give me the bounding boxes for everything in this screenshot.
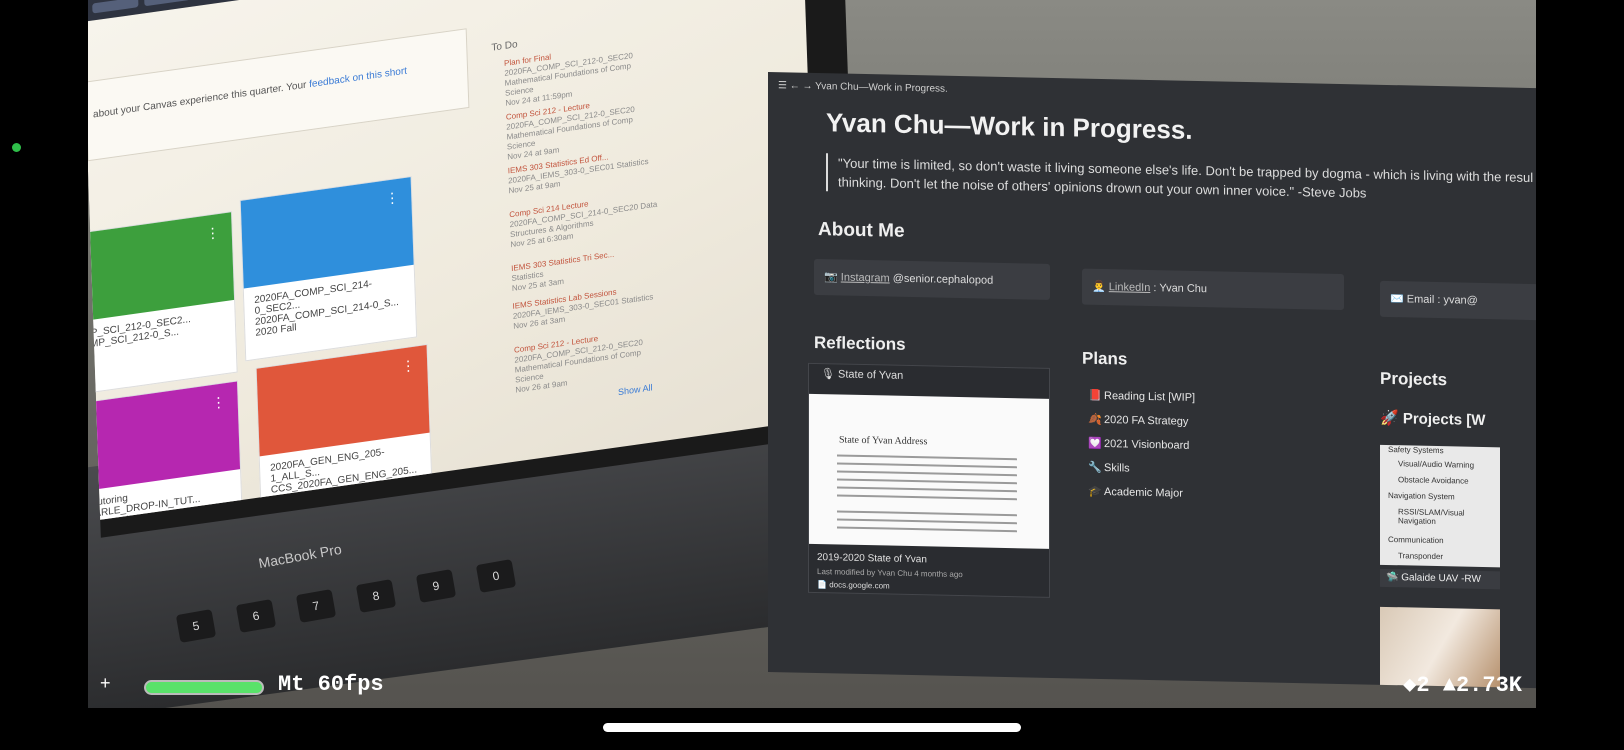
plan-item: 🍂 2020 FA Strategy [1088,413,1189,428]
plan-item: 🔧 Skills [1088,461,1130,475]
plan-item: 🎓 Academic Major [1088,485,1183,500]
todo-item: Comp Sci 214 Lecture 2020FA_COMP_SCI_214… [509,199,658,250]
browser-tab [92,0,139,14]
home-indicator[interactable] [603,723,1021,732]
graduation-cap-icon: 🎓 [1088,485,1102,498]
notion-page: ☰ ← → Yvan Chu—Work in Progress. Yvan Ch… [768,72,1536,689]
camera-scene: MacBook Pro 5 6 7 8 9 0 about your Canva… [88,0,1536,708]
plan-item: 💟 2021 Visionboard [1088,437,1190,452]
contact-instagram: 📷 Instagram @senior.cephalopod [814,258,1050,300]
plans-heading: Plans [1082,348,1128,369]
course-card: ⋮ 2020FA_COMP_SCI_214-0_SEC2... 2020FA_C… [239,175,418,362]
course-card: ⋮ 2020FA_GEN_ENG_205-1_ALL_S... CCS_2020… [255,343,434,520]
reflection-card: 🎙 State of Yvan State of Yvan Address 20… [808,362,1050,598]
project-tree: Safety Systems Visual/Audio Warning Obst… [1380,444,1500,568]
doc-preview: State of Yvan Address [809,393,1049,549]
notice-text: about your Canvas experience this quarte… [92,79,307,121]
browser-tab [144,0,191,7]
course-card: ⋮ In Tutoring SEARLE_DROP-IN_TUT... 2021… [88,380,244,520]
menu-icon: ☰ [778,80,787,92]
camera-icon: 📷 [824,271,838,284]
ar-hud: + Mt 60fps ◆2 ▲2.73K [88,663,1536,708]
back-arrow-icon: ← [789,80,800,92]
drone-icon: 🛸 [1386,571,1399,584]
scene-stats: ◆2 ▲2.73K [1403,673,1522,698]
person-icon: 👨‍💼 [1092,280,1106,294]
todo-heading: To Do [491,39,518,54]
google-docs-icon: 📄 [817,580,827,590]
fps-readout: Mt 60fps [278,672,384,697]
feedback-notice: about your Canvas experience this quarte… [88,28,470,162]
projects-subheading: 🚀 Projects [W [1380,409,1486,430]
reflection-caption: 2019-2020 State of Yvan [817,552,927,566]
envelope-icon: ✉️ [1390,293,1404,306]
leaf-icon: 🍂 [1088,413,1102,426]
wrench-icon: 🔧 [1088,461,1102,474]
forward-arrow-icon: → [802,80,813,92]
plan-item: 📕 Reading List [WIP] [1088,389,1196,404]
heart-icon: 💟 [1088,437,1102,450]
kebab-icon: ⋮ [211,393,226,412]
kebab-icon: ⋮ [400,356,416,375]
contact-email: ✉️ Email : yvan@ [1380,280,1536,321]
performance-bar [144,680,264,695]
microphone-icon: 🎙 [821,368,835,381]
about-heading: About Me [818,219,905,242]
course-card: ⋮ OMP_SCI_212-0_SEC2... COMP_SCI_212-0_S… [88,211,238,397]
reflections-heading: Reflections [814,332,906,354]
page-title: Yvan Chu—Work in Progress. [826,107,1193,145]
kebab-icon: ⋮ [384,188,400,207]
status-dot [12,143,21,152]
canvas-dashboard: about your Canvas experience this quarte… [88,0,820,520]
feedback-link: feedback on this short [309,65,408,91]
reflection-modified: Last modified by Yvan Chu 4 months ago [817,567,963,580]
kebab-icon: ⋮ [205,223,220,242]
show-all-link: Show All [617,382,653,398]
projects-heading: Projects [1380,368,1448,390]
quote-block: "Your time is limited, so don't waste it… [826,153,1536,207]
contact-linkedin: 👨‍💼 LinkedIn : Yvan Chu [1082,268,1344,311]
book-icon: 📕 [1088,389,1102,402]
add-button[interactable]: + [100,673,111,694]
page-tab-title: Yvan Chu—Work in Progress. [815,80,948,95]
